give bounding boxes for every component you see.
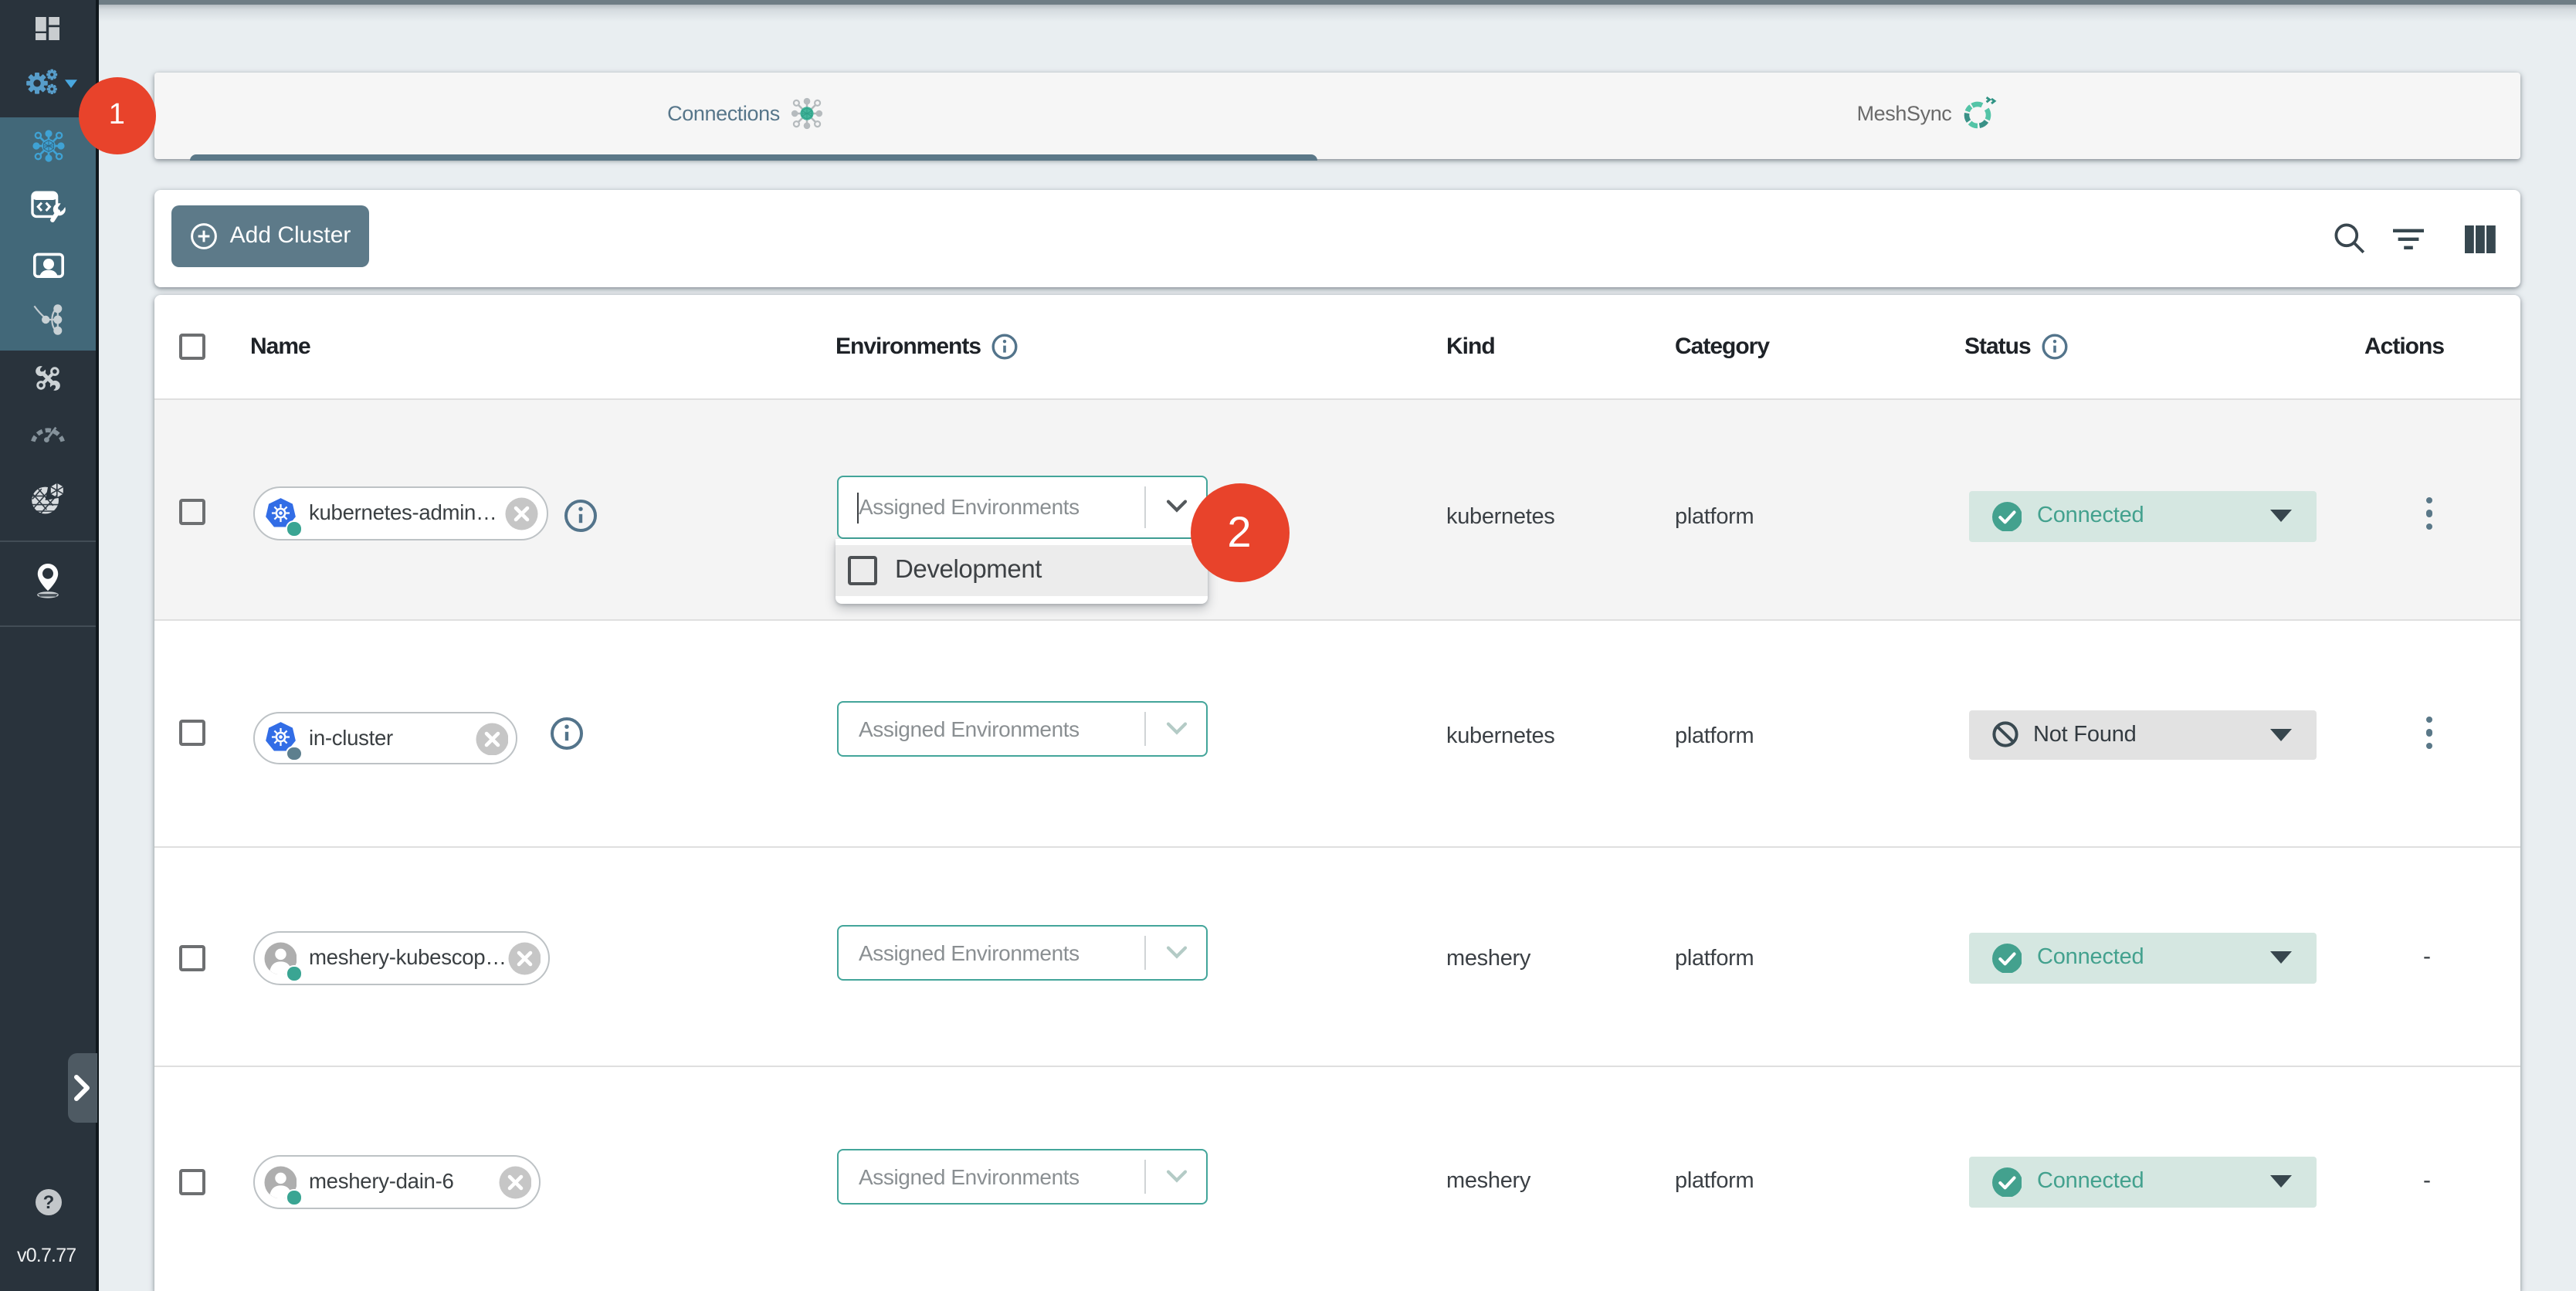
svg-text:?: ? bbox=[42, 1191, 54, 1212]
